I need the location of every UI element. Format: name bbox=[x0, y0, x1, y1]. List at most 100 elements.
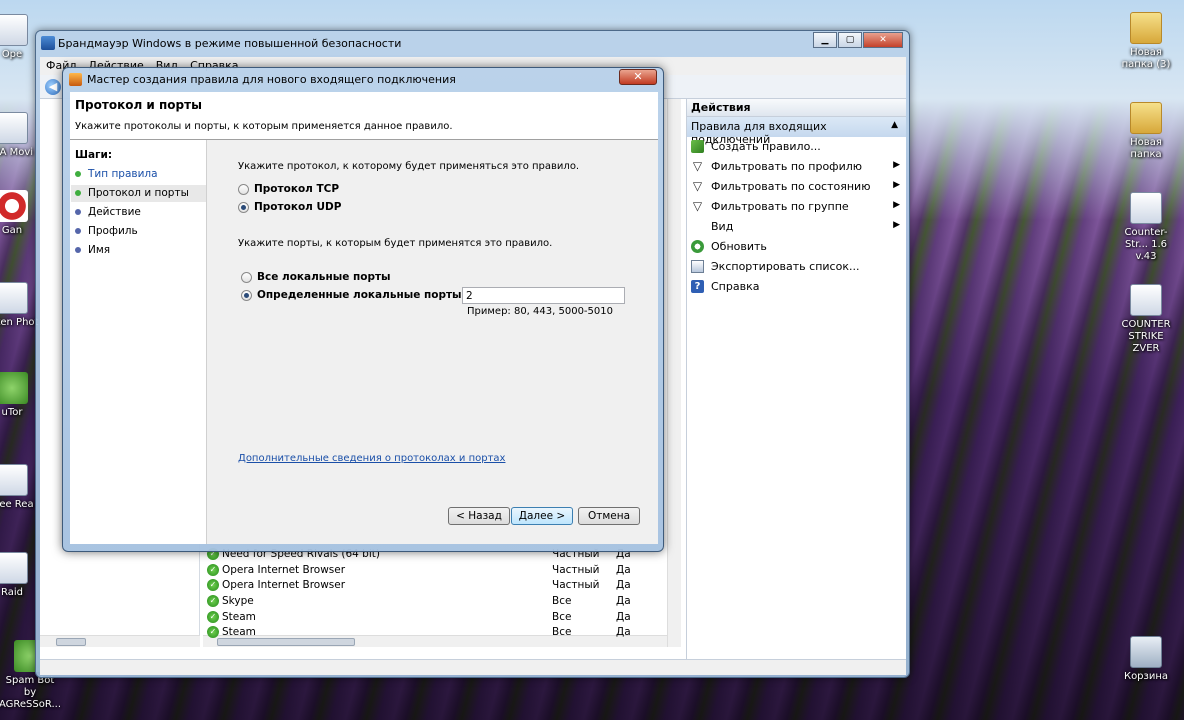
wizard-content: Укажите протокол, к которому будет приме… bbox=[207, 140, 658, 544]
step-label: Протокол и порты bbox=[88, 187, 189, 199]
protocol-tcp-label[interactable]: Протокол TCP bbox=[254, 183, 339, 195]
desktop-icon-folder[interactable]: Новая папка bbox=[1114, 102, 1178, 161]
raid-icon bbox=[0, 552, 28, 584]
action-filter-state[interactable]: ▽ Фильтровать по состоянию ▶ bbox=[687, 177, 906, 197]
next-button[interactable]: Далее > bbox=[511, 507, 573, 525]
ports-input[interactable] bbox=[462, 287, 625, 304]
ports-example: Пример: 80, 443, 5000-5010 bbox=[467, 306, 613, 317]
recycle-bin-icon bbox=[1130, 636, 1162, 668]
games-icon bbox=[0, 190, 28, 222]
action-label: Экспортировать список... bbox=[711, 260, 860, 273]
desktop-icon-label: uTor bbox=[1, 407, 23, 418]
protocol-udp-label[interactable]: Протокол UDP bbox=[254, 201, 341, 213]
step-label: Имя bbox=[88, 244, 111, 256]
utorrent-icon bbox=[0, 372, 28, 404]
desktop-icon-label: Корзина bbox=[1123, 671, 1169, 682]
back-arrow-icon[interactable]: ◀ bbox=[45, 79, 61, 95]
minimize-button[interactable]: ▁ bbox=[813, 32, 837, 48]
maximize-button[interactable]: ▢ bbox=[838, 32, 862, 48]
step-done-dot-icon bbox=[75, 171, 81, 177]
action-refresh[interactable]: Обновить bbox=[687, 237, 906, 257]
desktop-icon-folder-3[interactable]: Новая папка (3) bbox=[1114, 12, 1178, 71]
wizard-title: Мастер создания правила для нового входя… bbox=[87, 73, 456, 86]
filter-icon: ▽ bbox=[692, 199, 703, 213]
new-inbound-rule-wizard: Мастер создания правила для нового входя… bbox=[62, 67, 664, 552]
export-icon bbox=[691, 260, 704, 273]
wizard-body: Шаги: Тип правила Протокол и порты Дейст… bbox=[70, 140, 658, 544]
submenu-arrow-icon: ▶ bbox=[893, 220, 900, 230]
ports-all-radio[interactable] bbox=[241, 272, 252, 283]
ports-prompt: Укажите порты, к которым будет применятс… bbox=[238, 238, 553, 249]
ports-specific-label[interactable]: Определенные локальные порты: bbox=[257, 289, 466, 301]
action-label: Фильтровать по профилю bbox=[711, 160, 863, 173]
page-subtitle: Укажите протоколы и порты, к которым при… bbox=[75, 121, 453, 132]
more-info-link[interactable]: Дополнительные сведения о протоколах и п… bbox=[238, 453, 505, 464]
protocol-udp-radio[interactable] bbox=[238, 202, 249, 213]
actions-section-inbound[interactable]: Правила для входящих подключений ▲ bbox=[687, 117, 906, 146]
action-filter-group[interactable]: ▽ Фильтровать по группе ▶ bbox=[687, 197, 906, 217]
cancel-button[interactable]: Отмена bbox=[578, 507, 640, 525]
table-row[interactable]: ✓ Opera Internet Browser Частный Да bbox=[202, 563, 672, 579]
help-icon: ? bbox=[691, 280, 704, 293]
table-row[interactable]: ✓ Opera Internet Browser Частный Да bbox=[202, 578, 672, 594]
action-help[interactable]: ? Справка bbox=[687, 277, 906, 297]
desktop-icon-label: Gan bbox=[1, 225, 23, 236]
ports-specific-radio[interactable] bbox=[241, 290, 252, 301]
table-row[interactable]: ✓ Steam Все Да bbox=[202, 625, 672, 641]
step-label: Тип правила bbox=[88, 168, 158, 180]
caption-buttons: ▁ ▢ ✕ bbox=[812, 32, 903, 48]
rule-name: Opera Internet Browser bbox=[222, 563, 346, 576]
rule-enabled: Да bbox=[616, 595, 631, 608]
desktop-icon-cs16[interactable]: Counter-Str... 1.6 v.43 bbox=[1114, 192, 1178, 263]
wizard-header: Протокол и порты Укажите протоколы и пор… bbox=[70, 92, 658, 140]
movie-maker-icon bbox=[0, 112, 28, 144]
step-action: Действие bbox=[71, 204, 206, 221]
scroll-thumb[interactable] bbox=[56, 638, 86, 646]
action-filter-profile[interactable]: ▽ Фильтровать по профилю ▶ bbox=[687, 157, 906, 177]
action-new-rule[interactable]: Создать правило... bbox=[687, 137, 906, 157]
tree-horizontal-scrollbar[interactable] bbox=[40, 635, 200, 647]
folder-icon bbox=[1130, 102, 1162, 134]
action-label: Справка bbox=[711, 280, 760, 293]
rule-enabled-check-icon: ✓ bbox=[207, 579, 219, 592]
wizard-app-icon bbox=[69, 73, 82, 86]
step-rule-type[interactable]: Тип правила bbox=[71, 166, 206, 183]
photo-app-icon bbox=[0, 282, 28, 314]
filter-icon: ▽ bbox=[692, 179, 703, 193]
actions-header: Действия bbox=[687, 99, 906, 117]
rule-enabled: Да bbox=[616, 626, 631, 639]
table-row[interactable]: ✓ Steam Все Да bbox=[202, 610, 672, 626]
opera-icon bbox=[0, 14, 28, 46]
close-button[interactable]: ✕ bbox=[863, 32, 903, 48]
action-view[interactable]: Вид ▶ bbox=[687, 217, 906, 237]
desktop-icon-label: COUNTER STRIKE ZVER bbox=[1121, 319, 1171, 354]
filter-icon: ▽ bbox=[692, 159, 703, 173]
actions-pane: Действия Правила для входящих подключени… bbox=[686, 99, 906, 659]
rule-enabled-check-icon: ✓ bbox=[207, 595, 219, 608]
step-protocol-ports: Протокол и порты bbox=[71, 185, 206, 202]
desktop-icon-label: Новая папка bbox=[1130, 137, 1162, 160]
rule-enabled-check-icon: ✓ bbox=[207, 563, 219, 576]
back-button[interactable]: < Назад bbox=[448, 507, 510, 525]
action-label: Фильтровать по состоянию bbox=[711, 180, 871, 193]
steps-panel: Шаги: Тип правила Протокол и порты Дейст… bbox=[70, 140, 207, 544]
rules-table: ✓ Need for Speed Rivals (64 bit) Частный Да… bbox=[202, 547, 672, 641]
desktop-icon-recycle-bin[interactable]: Корзина bbox=[1114, 636, 1178, 683]
table-row[interactable]: ✓ Skype Все Да bbox=[202, 594, 672, 610]
protocol-tcp-radio[interactable] bbox=[238, 184, 249, 195]
step-label: Действие bbox=[88, 206, 141, 218]
desktop-icon-label: Spam Bot by AGReSSoR... bbox=[0, 675, 61, 710]
action-export[interactable]: Экспортировать список... bbox=[687, 257, 906, 277]
ports-all-label[interactable]: Все локальные порты bbox=[257, 271, 391, 283]
action-label: Создать правило... bbox=[711, 140, 821, 153]
desktop-icon-cs-zver[interactable]: COUNTER STRIKE ZVER bbox=[1114, 284, 1178, 355]
protocol-prompt: Укажите протокол, к которому будет приме… bbox=[238, 161, 580, 172]
desktop-icon-label: MA Movi bbox=[0, 147, 34, 158]
rule-enabled-check-icon: ✓ bbox=[207, 626, 219, 639]
wizard-close-button[interactable]: ✕ bbox=[619, 69, 657, 85]
window-title: Брандмауэр Windows в режиме повышенной б… bbox=[58, 37, 402, 50]
steps-header: Шаги: bbox=[75, 149, 113, 161]
counter-strike-icon bbox=[1130, 284, 1162, 316]
firewall-app-icon bbox=[41, 36, 55, 50]
rule-enabled-check-icon: ✓ bbox=[207, 610, 219, 623]
